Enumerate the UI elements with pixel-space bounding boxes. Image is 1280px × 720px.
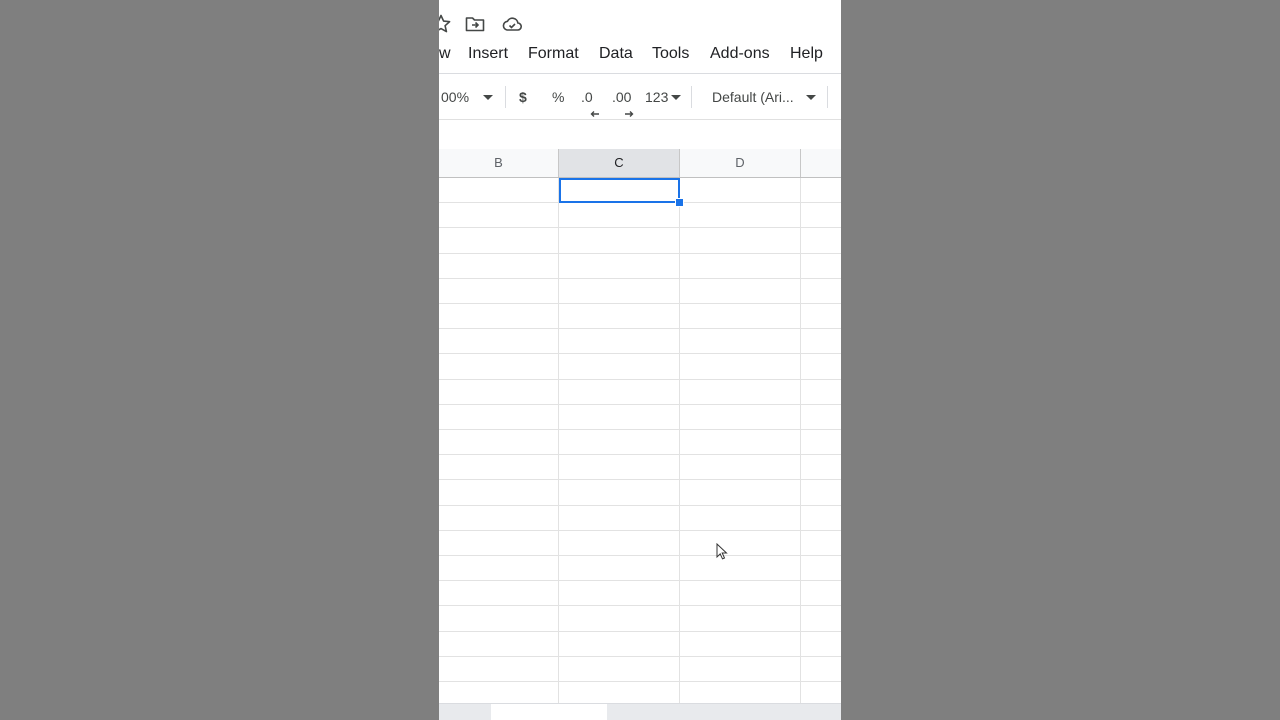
grid-row-line [439, 605, 841, 606]
grid-row-line [439, 303, 841, 304]
currency-format-button[interactable]: $ [519, 89, 527, 105]
grid-row-line [439, 555, 841, 556]
formula-bar[interactable] [439, 119, 841, 151]
toolbar-separator [505, 86, 506, 108]
mouse-pointer-icon [716, 542, 728, 565]
sheet-tab-bar [439, 703, 841, 720]
grid-column-line [558, 178, 559, 703]
font-select[interactable]: Default (Ari... [712, 89, 794, 105]
arrow-right-icon [624, 105, 634, 117]
sheet-tab[interactable] [491, 704, 607, 720]
title-icons-row [439, 12, 841, 36]
menu-insert[interactable]: Insert [468, 45, 508, 63]
column-header-c[interactable]: C [559, 149, 680, 177]
grid-row-line [439, 479, 841, 480]
zoom-caret-icon[interactable] [483, 95, 493, 100]
selected-cell[interactable] [559, 178, 680, 203]
grid-row-line [439, 429, 841, 430]
cell-grid[interactable] [439, 178, 841, 703]
move-to-folder-icon[interactable] [463, 12, 487, 36]
column-header-b[interactable]: B [439, 149, 559, 177]
grid-row-line [439, 580, 841, 581]
grid-row-line [439, 505, 841, 506]
decrease-decimal-button[interactable]: .0 [581, 89, 593, 105]
grid-row-line [439, 530, 841, 531]
cloud-status-icon[interactable] [500, 12, 524, 36]
menu-format[interactable]: Format [528, 45, 579, 63]
grid-row-line [439, 404, 841, 405]
menu-bar: w Insert Format Data Tools Add-ons Help [439, 42, 841, 68]
grid-row-line [439, 353, 841, 354]
increase-decimal-button[interactable]: .00 [612, 89, 631, 105]
menu-tools[interactable]: Tools [652, 45, 689, 63]
grid-row-line [439, 227, 841, 228]
zoom-select[interactable]: 00% [441, 89, 469, 105]
spreadsheet-frame: w Insert Format Data Tools Add-ons Help … [439, 0, 841, 720]
toolbar: 00% $ % .0 .00 123 Default (Ari... [439, 74, 841, 119]
column-header-d[interactable]: D [680, 149, 801, 177]
grid-row-line [439, 278, 841, 279]
column-header-row: B C D [439, 149, 841, 178]
column-header-e[interactable] [801, 149, 841, 177]
percent-format-button[interactable]: % [552, 89, 564, 105]
more-formats-button[interactable]: 123 [645, 89, 668, 105]
grid-row-line [439, 656, 841, 657]
menu-help[interactable]: Help [790, 45, 823, 63]
toolbar-separator [827, 86, 828, 108]
grid-row-line [439, 631, 841, 632]
grid-row-line [439, 681, 841, 682]
grid-column-line [800, 178, 801, 703]
more-formats-caret-icon[interactable] [671, 95, 681, 100]
grid-row-line [439, 328, 841, 329]
grid-row-line [439, 253, 841, 254]
toolbar-separator [691, 86, 692, 108]
menu-add-ons[interactable]: Add-ons [710, 45, 770, 63]
menu-data[interactable]: Data [599, 45, 633, 63]
star-icon[interactable] [439, 12, 453, 36]
grid-column-line [679, 178, 680, 703]
font-caret-icon[interactable] [806, 95, 816, 100]
grid-row-line [439, 379, 841, 380]
menu-view[interactable]: w [439, 45, 451, 63]
arrow-left-icon [590, 105, 600, 117]
grid-row-line [439, 454, 841, 455]
fill-handle[interactable] [675, 198, 684, 207]
